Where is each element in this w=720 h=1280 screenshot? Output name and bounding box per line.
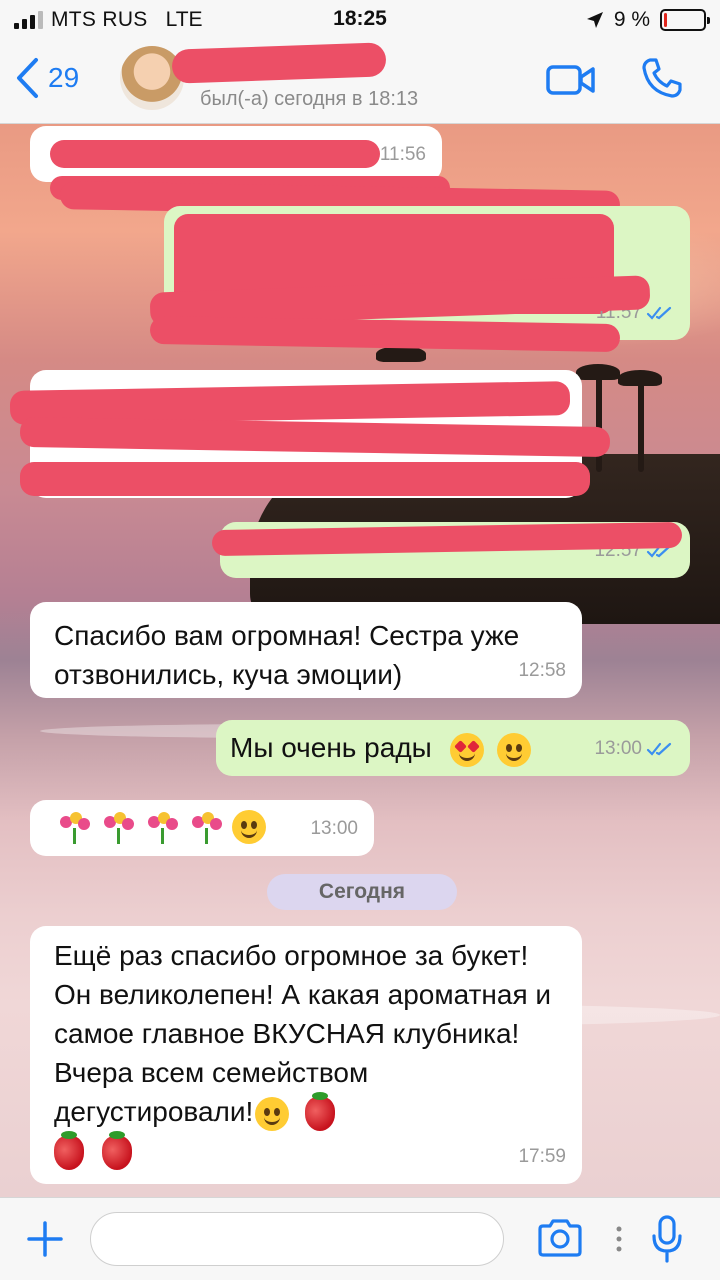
background-palm-leaves — [618, 370, 662, 386]
redaction-scribble — [20, 462, 590, 496]
bouquet-icon — [144, 810, 180, 846]
message-incoming[interactable]: Спасибо вам огромная! Сестра уже отзвони… — [30, 602, 582, 698]
status-bar: MTS RUS LTE 18:25 9 % — [0, 0, 720, 40]
background-palm — [596, 372, 602, 472]
message-time: 13:00 — [594, 729, 674, 768]
message-time: 11:56 — [379, 144, 426, 165]
unread-chats-count: 29 — [48, 62, 80, 93]
background-palm-leaves — [576, 364, 620, 380]
heart-eyes-cat-icon — [449, 732, 484, 767]
read-ticks-icon — [646, 742, 672, 756]
chevron-left-icon — [17, 58, 38, 98]
video-camera-icon[interactable] — [545, 62, 597, 98]
contact-name-redacted[interactable] — [171, 42, 387, 84]
message-input-bar — [0, 1197, 720, 1280]
battery-percent: 9 % — [613, 8, 650, 31]
smiling-face-icon — [497, 732, 532, 767]
message-text-content: Мы очень рады — [230, 732, 432, 763]
status-right: 9 % — [586, 8, 710, 32]
message-input[interactable] — [90, 1212, 504, 1266]
camera-icon[interactable] — [536, 1218, 584, 1258]
message-outgoing[interactable]: Мы очень рады 13:00 — [216, 720, 690, 776]
contact-last-seen: был(-а) сегодня в 18:13 — [200, 88, 419, 110]
strawberry-icon — [54, 1130, 84, 1170]
message-incoming[interactable]: 13:00 — [30, 800, 374, 856]
message-time: 12:58 — [518, 660, 566, 681]
location-arrow-icon — [586, 12, 603, 28]
message-incoming[interactable]: Ещё раз спасибо огромное за букет! Он ве… — [30, 926, 582, 1184]
plus-icon[interactable] — [26, 1220, 64, 1258]
redacted-text — [50, 140, 380, 168]
message-text: Спасибо вам огромная! Сестра уже отзвони… — [54, 620, 520, 690]
message-time: 17:59 — [518, 1146, 566, 1167]
strawberry-icon — [305, 1091, 336, 1131]
battery-icon — [660, 9, 710, 31]
bouquet-icon — [100, 810, 136, 846]
back-button[interactable]: 29 — [14, 56, 79, 100]
chat-area[interactable]: 11:56 11:57 12:57 Спасибо вам огромная! … — [0, 124, 720, 1197]
bouquet-icon — [56, 810, 92, 846]
message-time: 13:00 — [310, 818, 358, 839]
chat-header: 29 был(-а) сегодня в 18:13 — [0, 40, 720, 124]
background-palm — [638, 376, 644, 472]
microphone-icon[interactable] — [650, 1214, 684, 1264]
bouquet-icon — [188, 810, 224, 846]
message-incoming[interactable]: 11:56 — [30, 126, 442, 182]
message-text-content: Ещё раз спасибо огромное за букет! Он ве… — [54, 940, 552, 1127]
strawberry-icon — [101, 1130, 132, 1170]
emoji-row — [56, 810, 266, 846]
hugging-face-icon — [255, 1096, 290, 1131]
phone-icon[interactable] — [640, 56, 684, 100]
more-dots-icon[interactable] — [616, 1224, 622, 1254]
date-separator: Сегодня — [267, 874, 457, 910]
hugging-face-icon — [232, 810, 266, 844]
message-text: Ещё раз спасибо огромное за букет! Он ве… — [30, 926, 582, 1170]
read-ticks-icon — [646, 306, 672, 320]
battery-level — [664, 13, 667, 27]
